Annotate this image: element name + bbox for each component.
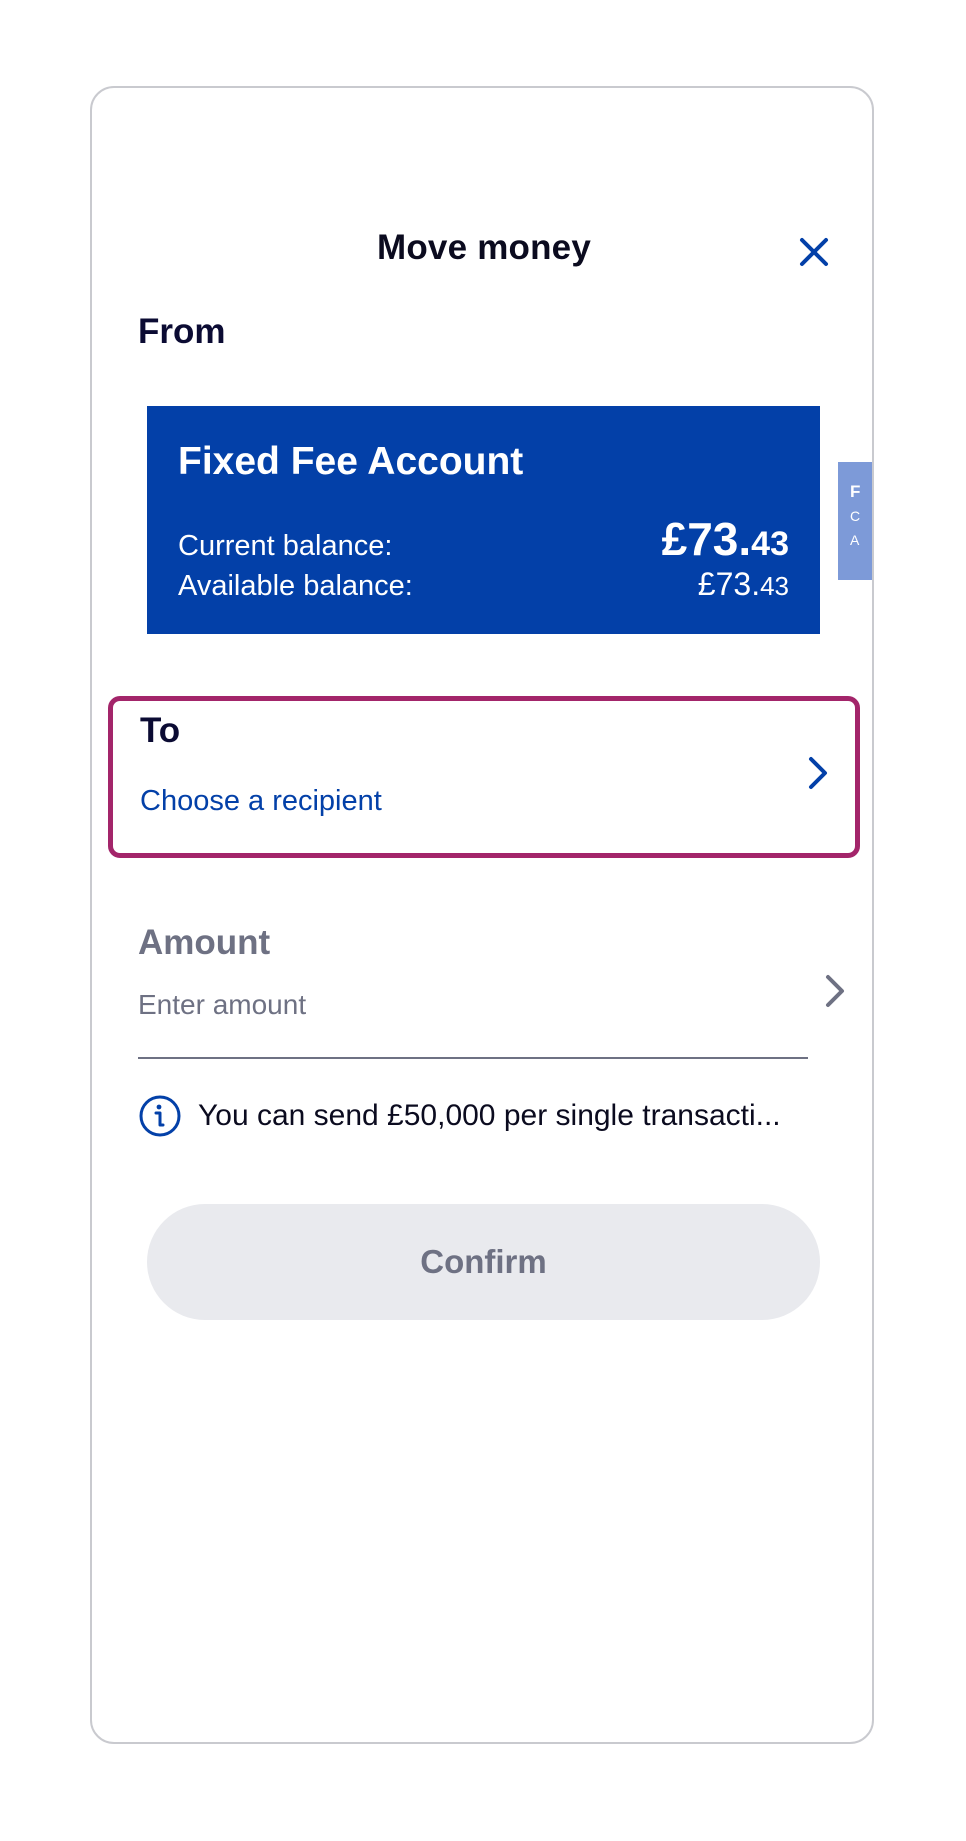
available-balance-pence: 43	[760, 571, 789, 601]
current-balance-row: Current balance: £73.43	[178, 512, 789, 566]
next-card-initial: F	[850, 482, 861, 501]
move-money-sheet: Move money From Fixed Fee Account Curren…	[90, 86, 874, 1744]
current-balance-value: £73.43	[662, 512, 789, 566]
amount-input[interactable]	[138, 989, 778, 1021]
amount-field[interactable]: Amount	[138, 923, 858, 1073]
chevron-right-icon	[826, 975, 844, 1007]
available-balance-value: £73.43	[698, 566, 789, 603]
to-recipient-selector[interactable]: To Choose a recipient	[108, 696, 860, 858]
amount-underline	[138, 1057, 808, 1059]
chevron-right-icon	[809, 757, 827, 789]
available-balance-row: Available balance: £73.43	[178, 566, 789, 603]
amount-label: Amount	[138, 923, 271, 962]
available-balance-pounds: £73.	[697, 566, 761, 602]
next-card-line2: A	[850, 532, 860, 548]
close-icon	[800, 238, 828, 266]
confirm-button[interactable]: Confirm	[147, 1204, 820, 1320]
current-balance-pounds: £73.	[661, 513, 752, 565]
transfer-limit-text: You can send £50,000 per single transact…	[198, 1099, 781, 1132]
from-label: From	[138, 312, 226, 351]
transfer-limit-note: You can send £50,000 per single transact…	[138, 1094, 838, 1138]
account-name: Fixed Fee Account	[178, 440, 524, 483]
available-balance-label: Available balance:	[178, 570, 413, 602]
page-title: Move money	[377, 228, 591, 267]
to-label: To	[140, 711, 181, 750]
next-card-line1: C	[850, 508, 861, 524]
close-button[interactable]	[792, 230, 836, 274]
recipient-placeholder: Choose a recipient	[140, 785, 382, 817]
info-icon	[139, 1095, 181, 1137]
next-account-card-peek[interactable]: F C A	[838, 462, 872, 580]
current-balance-label: Current balance:	[178, 530, 393, 562]
current-balance-pence: 43	[751, 525, 789, 563]
account-card-fixed-fee[interactable]: Fixed Fee Account Current balance: £73.4…	[147, 406, 820, 634]
